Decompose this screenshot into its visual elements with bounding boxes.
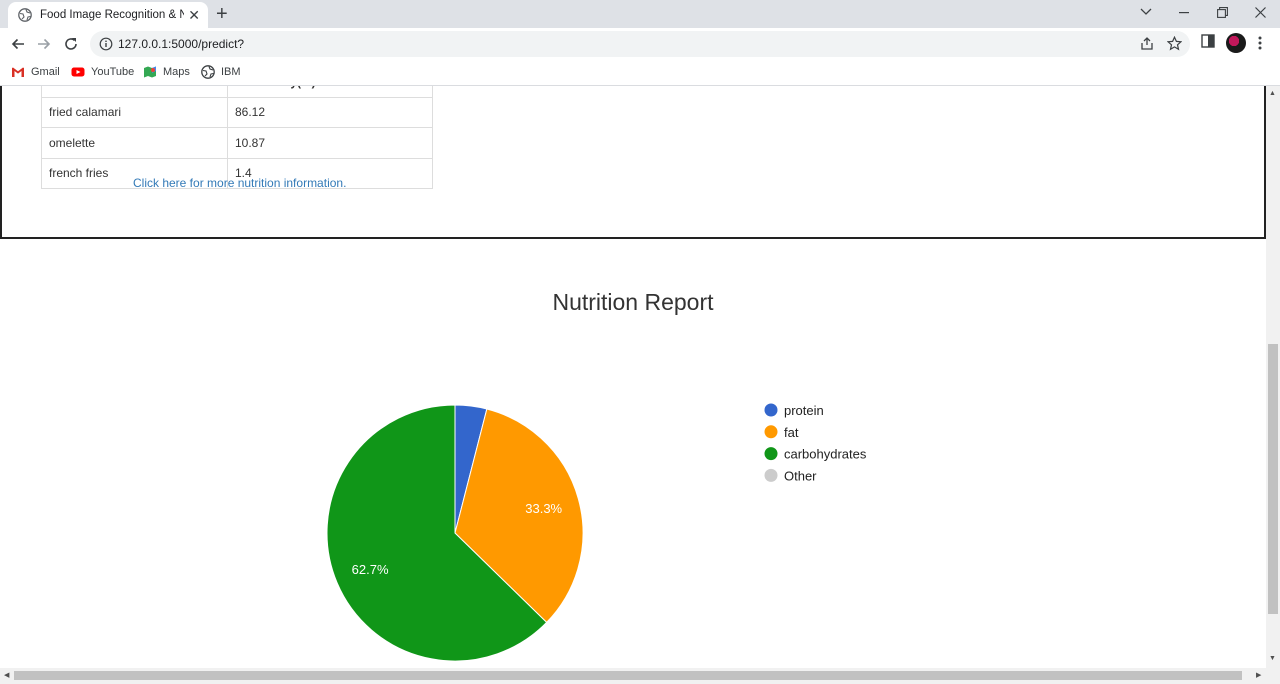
bookmark-label: Gmail (31, 66, 60, 78)
gmail-icon (12, 67, 24, 77)
food-name-cell: fried calamari (41, 96, 228, 128)
vertical-scroll-thumb[interactable] (1268, 344, 1278, 614)
legend-swatch-fat (764, 425, 778, 439)
bookmark-ibm[interactable]: IBM (201, 65, 241, 79)
legend-label-carbohydrates[interactable]: carbohydrates (784, 447, 867, 462)
probability-cell: 10.87 (227, 127, 433, 159)
vertical-scrollbar[interactable]: ▲ ▼ (1266, 86, 1280, 668)
bookmark-gmail[interactable]: Gmail (11, 65, 60, 79)
youtube-icon (71, 67, 85, 77)
nutrition-pie-chart: Nutrition Report 33.3% 62.7% protein fat ca… (326, 289, 867, 662)
globe-icon (18, 8, 32, 22)
back-button[interactable] (8, 34, 28, 54)
globe-icon (201, 65, 215, 79)
table-row: omelette 10.87 (41, 127, 433, 159)
chart-legend: protein fat carbohydrates Other (764, 403, 867, 483)
pie-slice-label-fat: 33.3% (525, 501, 562, 516)
tab-strip: Food Image Recognition & Nutrition ✕ + (0, 0, 1280, 28)
bookmark-label: Maps (163, 66, 190, 78)
browser-tab[interactable]: Food Image Recognition & Nutrition ✕ (8, 2, 208, 28)
profile-avatar[interactable] (1226, 33, 1246, 53)
tab-search-icon[interactable] (1140, 8, 1152, 16)
legend-swatch-carbohydrates (764, 447, 778, 461)
table-header-row: Name Probability(%) (41, 86, 433, 98)
food-name-cell: omelette (41, 127, 228, 159)
reload-button[interactable] (61, 34, 81, 54)
restore-icon[interactable] (1217, 7, 1228, 18)
column-header-probability: Probability(%) (227, 86, 433, 98)
probability-cell: 86.12 (227, 96, 433, 128)
forward-arrow-icon (38, 38, 51, 50)
minimize-icon[interactable] (1179, 12, 1189, 14)
maps-icon (144, 66, 156, 78)
reload-icon (65, 38, 77, 50)
table-row: fried calamari 86.12 (41, 96, 433, 128)
legend-label-protein[interactable]: protein (784, 403, 824, 418)
forward-button[interactable] (34, 34, 54, 54)
prediction-table: Name Probability(%) fried calamari 86.12… (41, 86, 433, 189)
legend-swatch-other (764, 468, 778, 482)
tab-title: Food Image Recognition & Nutrition (40, 9, 185, 21)
horizontal-scrollbar[interactable]: ◀ ▶ (0, 668, 1280, 684)
pie-slices: 33.3% 62.7% (326, 404, 584, 662)
share-icon[interactable] (1140, 36, 1155, 51)
side-panel-icon[interactable] (1201, 34, 1215, 48)
legend-label-other[interactable]: Other (784, 468, 817, 483)
new-tab-icon[interactable]: + (216, 4, 228, 24)
legend-label-fat[interactable]: fat (784, 425, 799, 440)
chart-title: Nutrition Report (552, 289, 714, 315)
bookmark-star-icon[interactable] (1167, 36, 1182, 51)
bookmark-label: IBM (221, 66, 241, 78)
site-info-icon[interactable] (99, 37, 113, 51)
url-text: 127.0.0.1:5000/predict? (118, 37, 245, 51)
bookmark-label: YouTube (91, 66, 135, 78)
bookmarks-bar: Gmail YouTube Maps IBM (0, 60, 1280, 86)
nutrition-info-link[interactable]: Click here for more nutrition informatio… (133, 176, 346, 190)
bookmark-maps[interactable]: Maps (143, 65, 190, 79)
legend-swatch-protein (764, 403, 778, 417)
pie-slice-label-carbohydrates: 62.7% (352, 562, 389, 577)
close-window-icon[interactable] (1255, 7, 1266, 18)
scroll-right-arrow-icon[interactable]: ▶ (1256, 672, 1261, 680)
tab-close-icon[interactable]: ✕ (188, 8, 200, 22)
browser-toolbar: 127.0.0.1:5000/predict? (0, 28, 1280, 60)
scroll-up-arrow-icon[interactable]: ▲ (1269, 90, 1276, 98)
prediction-result-box: Name Probability(%) fried calamari 86.12… (0, 86, 1266, 239)
bookmark-youtube[interactable]: YouTube (71, 65, 134, 79)
horizontal-scroll-thumb[interactable] (14, 671, 1242, 680)
address-bar[interactable]: 127.0.0.1:5000/predict? (90, 31, 1190, 57)
scroll-down-arrow-icon[interactable]: ▼ (1269, 655, 1276, 663)
menu-kebab-icon[interactable] (1258, 36, 1262, 50)
column-header-name: Name (41, 86, 228, 98)
back-arrow-icon (11, 38, 24, 50)
scroll-left-arrow-icon[interactable]: ◀ (4, 672, 9, 680)
page-viewport: Name Probability(%) fried calamari 86.12… (0, 86, 1266, 668)
